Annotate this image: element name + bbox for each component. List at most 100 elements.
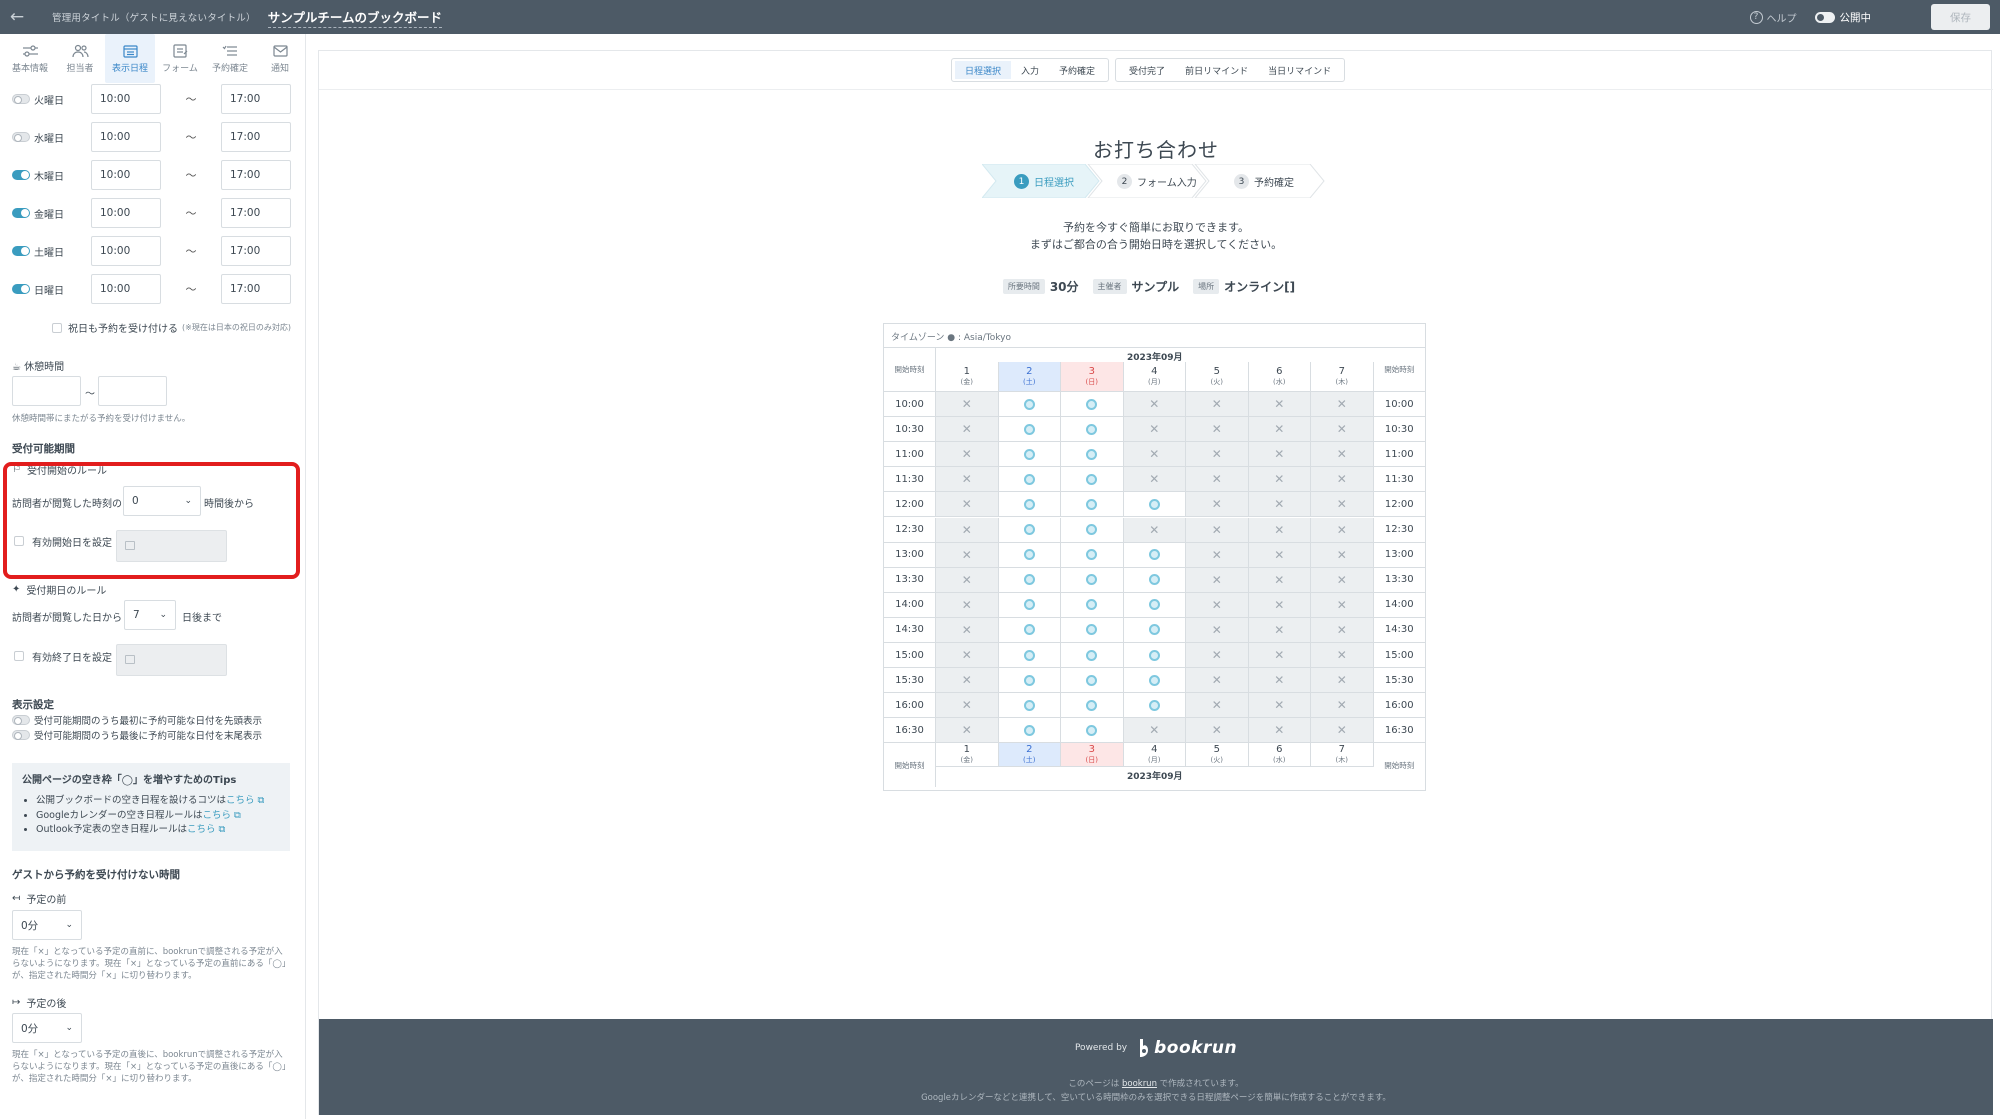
slot-available[interactable] <box>998 392 1061 418</box>
footer-bookrun-link[interactable]: bookrun <box>1122 1079 1157 1089</box>
slot-available[interactable] <box>1061 442 1124 468</box>
chevron-down-icon: ⌄ <box>65 920 73 930</box>
slot-available[interactable] <box>1061 542 1124 568</box>
help-label: ヘルプ <box>1766 13 1797 25</box>
day-toggle[interactable] <box>12 246 30 256</box>
preview-tab-date[interactable]: 日程選択 <box>955 61 1012 79</box>
slot-available[interactable] <box>1061 467 1124 493</box>
slot-available[interactable] <box>1061 567 1124 593</box>
slot-available[interactable] <box>998 668 1061 694</box>
available-circle-icon <box>1086 423 1098 435</box>
end-time-field[interactable]: 17:00 <box>221 122 291 152</box>
end-date-field[interactable] <box>116 644 227 676</box>
slot-available[interactable] <box>998 617 1061 643</box>
date-footer: 3 (日) <box>1061 743 1124 768</box>
day-toggle[interactable] <box>12 94 30 104</box>
slot-unavailable: ✕ <box>936 643 999 669</box>
slot-available[interactable] <box>1061 693 1124 719</box>
start-time-field[interactable]: 10:00 <box>91 84 161 114</box>
slot-available[interactable] <box>1061 392 1124 418</box>
help-link[interactable]: ? ヘルプ <box>1749 10 1797 25</box>
slot-available[interactable] <box>998 592 1061 618</box>
time-text: 12:00 <box>895 498 924 510</box>
end-time-field[interactable]: 17:00 <box>221 236 291 266</box>
slot-available[interactable] <box>1061 668 1124 694</box>
time-label: 13:00 <box>1373 543 1425 568</box>
slot-unavailable: ✕ <box>936 442 999 468</box>
tab-form[interactable]: フォーム <box>155 34 205 83</box>
slot-available[interactable] <box>1061 718 1124 744</box>
start-time-field[interactable]: 10:00 <box>91 122 161 152</box>
day-toggle[interactable] <box>12 132 30 142</box>
break-end-field[interactable] <box>98 376 167 406</box>
unavailable-x-icon: ✕ <box>961 397 972 412</box>
end-days-select[interactable]: 7 ⌄ <box>124 600 176 630</box>
tab-members[interactable]: 担当者 <box>55 34 105 83</box>
slot-available[interactable] <box>1123 567 1186 593</box>
save-button[interactable]: 保存 <box>1931 4 1990 30</box>
slot-available[interactable] <box>1123 693 1186 719</box>
slot-available[interactable] <box>1061 617 1124 643</box>
display-first-toggle[interactable] <box>12 715 30 725</box>
end-time-field[interactable]: 17:00 <box>221 160 291 190</box>
slot-available[interactable] <box>1123 643 1186 669</box>
slot-available[interactable] <box>998 492 1061 518</box>
publish-toggle-switch[interactable] <box>1814 11 1835 23</box>
end-date-checkbox[interactable] <box>14 651 24 661</box>
preview-tab-prev-day-remind[interactable]: 前日リマインド <box>1175 61 1258 79</box>
slot-available[interactable] <box>998 542 1061 568</box>
holiday-option[interactable]: 祝日も予約を受け付ける (※現在は日本の祝日のみ対応) <box>52 320 291 335</box>
tip-link[interactable]: こちら <box>226 795 255 806</box>
slot-available[interactable] <box>998 643 1061 669</box>
display-last-toggle[interactable] <box>12 730 30 740</box>
slot-available[interactable] <box>998 467 1061 493</box>
before-select[interactable]: 0分 ⌄ <box>12 910 82 940</box>
slot-available[interactable] <box>1061 592 1124 618</box>
day-toggle[interactable] <box>12 170 30 180</box>
slot-available[interactable] <box>998 417 1061 443</box>
preview-tab-complete[interactable]: 受付完了 <box>1119 61 1175 79</box>
tab-confirm[interactable]: 予約確定 <box>205 34 255 83</box>
tab-notification[interactable]: 通知 <box>255 34 305 83</box>
preview-tab-confirm[interactable]: 予約確定 <box>1049 61 1105 79</box>
date-day: 2 <box>1026 743 1033 755</box>
end-time-field[interactable]: 17:00 <box>221 84 291 114</box>
slot-available[interactable] <box>998 517 1061 543</box>
available-circle-icon <box>1086 624 1098 636</box>
start-time-field[interactable]: 10:00 <box>91 198 161 228</box>
slot-available[interactable] <box>998 442 1061 468</box>
slot-available[interactable] <box>998 718 1061 744</box>
preview-tab-input[interactable]: 入力 <box>1011 61 1049 79</box>
slot-available[interactable] <box>998 693 1061 719</box>
slot-available[interactable] <box>1123 592 1186 618</box>
tip-link[interactable]: こちら <box>203 810 232 821</box>
holiday-checkbox[interactable] <box>52 322 62 333</box>
day-toggle[interactable] <box>12 284 30 294</box>
after-select[interactable]: 0分 ⌄ <box>12 1013 82 1043</box>
slot-available[interactable] <box>1123 668 1186 694</box>
slot-available[interactable] <box>1061 492 1124 518</box>
back-arrow-icon[interactable]: ← <box>0 0 34 34</box>
preview-tab-same-day-remind[interactable]: 当日リマインド <box>1258 61 1341 79</box>
break-start-field[interactable] <box>12 376 81 406</box>
publish-toggle[interactable]: 公開中 <box>1814 10 1871 25</box>
board-title[interactable]: サンプルチームのブックボード <box>267 7 442 28</box>
slot-available[interactable] <box>1123 617 1186 643</box>
start-time-field[interactable]: 10:00 <box>91 274 161 304</box>
end-time-field[interactable]: 17:00 <box>221 198 291 228</box>
start-time-field[interactable]: 10:00 <box>91 236 161 266</box>
end-time-field[interactable]: 17:00 <box>221 274 291 304</box>
tab-schedule[interactable]: 表示日程 <box>105 34 155 83</box>
bookrun-logo-text[interactable]: bookrun <box>1154 1038 1237 1058</box>
slot-available[interactable] <box>1123 492 1186 518</box>
tip-link[interactable]: こちら <box>187 824 216 835</box>
tip-item: Outlook予定表の空き日程ルールはこちら ⧉ <box>36 823 280 838</box>
day-toggle[interactable] <box>12 208 30 218</box>
slot-available[interactable] <box>998 567 1061 593</box>
slot-available[interactable] <box>1061 417 1124 443</box>
slot-available[interactable] <box>1061 517 1124 543</box>
slot-available[interactable] <box>1061 643 1124 669</box>
slot-available[interactable] <box>1123 542 1186 568</box>
start-time-field[interactable]: 10:00 <box>91 160 161 190</box>
tab-basic-info[interactable]: 基本情報 <box>5 34 55 83</box>
